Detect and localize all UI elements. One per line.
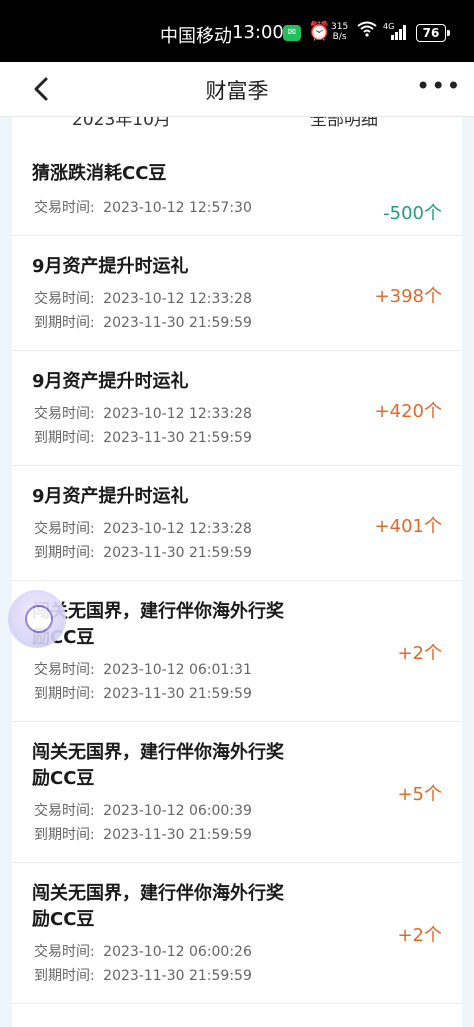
network-speed-value: 315: [331, 22, 349, 32]
amount: +401个: [374, 516, 442, 537]
trade-time-value: 2023-10-12 12:57:30: [103, 200, 252, 216]
expire-time-value: 2023-11-30 21:59:59: [103, 430, 252, 446]
network-speed-unit: B/s: [332, 32, 347, 42]
record-title-line1: 闯关无国界，建行伴你海外行奖: [32, 601, 284, 622]
filter-bar: 2023年10月 全部明细: [12, 117, 462, 130]
record-title: 猜涨跌消耗CC豆: [32, 163, 167, 184]
trade-time-value: 2023-10-12 06:00:39: [103, 803, 252, 819]
wifi-icon: [357, 21, 377, 41]
list-item: 9月资产提升时运礼 交易时间: 2023-10-12 12:33:28 到期时间…: [12, 236, 462, 351]
trade-time-label: 交易时间:: [34, 291, 95, 307]
amount: -500个: [383, 203, 442, 224]
record-title: 9月资产提升时运礼: [32, 256, 189, 277]
trade-time-row: 交易时间: 2023-10-12 06:01:31: [34, 659, 252, 679]
expire-time-row: 到期时间: 2023-11-30 21:59:59: [34, 683, 252, 703]
list-item: 猜涨跌消耗CC豆 交易时间: 2023-10-12 12:57:30 -500个: [12, 139, 462, 236]
amount: +5个: [397, 784, 442, 805]
wechat-notification-icon: ✉: [283, 25, 301, 41]
list-item: 9月资产提升时运礼 交易时间: 2023-10-12 12:33:28 到期时间…: [12, 351, 462, 466]
carrier-label: 中国移动: [160, 26, 232, 47]
cell-signal-icon: 4G: [383, 22, 409, 40]
list-item: 9月资产提升时运礼 交易时间: 2023-10-12 12:33:28 到期时间…: [12, 466, 462, 581]
trade-time-value: 2023-10-12 12:33:28: [103, 521, 252, 537]
record-title-line1: 闯关无国界，建行伴你海外行奖: [32, 742, 284, 763]
amount: +2个: [397, 643, 442, 664]
amount: +420个: [374, 401, 442, 422]
transaction-list: 2023年10月 全部明细 猜涨跌消耗CC豆 交易时间: 2023-10-12 …: [12, 117, 462, 1027]
expire-time-label: 到期时间:: [34, 315, 95, 331]
trade-time-label: 交易时间:: [34, 406, 95, 422]
record-title-line2: 励CC豆: [32, 768, 95, 789]
record-title: 闯关无国界，建行伴你海外行奖 励CC豆: [32, 599, 322, 651]
expire-time-value: 2023-11-30 21:59:59: [103, 686, 252, 702]
trade-time-label: 交易时间:: [34, 200, 95, 216]
nav-bar: 财富季 •••: [0, 62, 474, 117]
floating-assistant-avatar[interactable]: [8, 590, 66, 648]
alarm-icon: ⏰: [308, 21, 331, 42]
expire-time-value: 2023-11-30 21:59:59: [103, 545, 252, 561]
expire-time-value: 2023-11-30 21:59:59: [103, 827, 252, 843]
expire-time-label: 到期时间:: [34, 545, 95, 561]
trade-time-row: 交易时间: 2023-10-12 06:00:26: [34, 941, 252, 961]
trade-time-row: 交易时间: 2023-10-12 12:33:28: [34, 518, 252, 538]
month-filter[interactable]: 2023年10月: [72, 117, 171, 130]
expire-time-label: 到期时间:: [34, 827, 95, 843]
expire-time-label: 到期时间:: [34, 430, 95, 446]
amount: +398个: [374, 286, 442, 307]
trade-time-row: 交易时间: 2023-10-12 12:33:28: [34, 288, 252, 308]
record-title: 9月资产提升时运礼: [32, 371, 189, 392]
page-title: 财富季: [205, 79, 269, 103]
trade-time-row: 交易时间: 2023-10-12 12:57:30: [34, 197, 252, 217]
assistant-face-icon: [25, 605, 53, 633]
record-title-line1: 闯关无国界，建行伴你海外行奖: [32, 883, 284, 904]
network-speed: 315 B/s: [331, 22, 348, 42]
expire-time-row: 到期时间: 2023-11-30 21:59:59: [34, 965, 252, 985]
record-title: 9月资产提升时运礼: [32, 486, 189, 507]
trade-time-label: 交易时间:: [34, 521, 95, 537]
trade-time-label: 交易时间:: [34, 662, 95, 678]
clock: 13:00: [232, 22, 284, 43]
expire-time-value: 2023-11-30 21:59:59: [103, 968, 252, 984]
trade-time-value: 2023-10-12 06:01:31: [103, 662, 252, 678]
amount: +2个: [397, 925, 442, 946]
trade-time-row: 交易时间: 2023-10-12 12:33:28: [34, 403, 252, 423]
trade-time-row: 交易时间: 2023-10-12 06:00:39: [34, 800, 252, 820]
trade-time-label: 交易时间:: [34, 803, 95, 819]
trade-time-value: 2023-10-12 12:33:28: [103, 291, 252, 307]
list-item: 闯关无国界，建行伴你海外行奖 励CC豆 交易时间: 2023-10-12 06:…: [12, 581, 462, 722]
record-title-line2: 励CC豆: [32, 909, 95, 930]
status-bar: 中国移动 13:00 ✉ ⏰ 315 B/s 4G 76: [0, 0, 474, 62]
network-type: 4G: [383, 22, 395, 31]
more-options-icon[interactable]: •••: [416, 72, 461, 100]
trade-time-value: 2023-10-12 06:00:26: [103, 944, 252, 960]
expire-time-row: 到期时间: 2023-11-30 21:59:59: [34, 824, 252, 844]
expire-time-row: 到期时间: 2023-11-30 21:59:59: [34, 312, 252, 332]
type-filter[interactable]: 全部明细: [310, 117, 378, 130]
expire-time-row: 到期时间: 2023-11-30 21:59:59: [34, 542, 252, 562]
expire-time-label: 到期时间:: [34, 686, 95, 702]
record-title: 闯关无国界，建行伴你海外行奖 励CC豆: [32, 740, 322, 792]
trade-time-label: 交易时间:: [34, 944, 95, 960]
battery-icon: 76: [416, 24, 450, 42]
trade-time-value: 2023-10-12 12:33:28: [103, 406, 252, 422]
expire-time-value: 2023-11-30 21:59:59: [103, 315, 252, 331]
expire-time-row: 到期时间: 2023-11-30 21:59:59: [34, 427, 252, 447]
record-title: 闯关无国界，建行伴你海外行奖 励CC豆: [32, 881, 322, 933]
list-item: 闯关无国界，建行伴你海外行奖 励CC豆 交易时间: 2023-10-12 06:…: [12, 863, 462, 1004]
list-item: 闯关无国界，建行伴你海外行奖 励CC豆 交易时间: 2023-10-12 06:…: [12, 722, 462, 863]
expire-time-label: 到期时间:: [34, 968, 95, 984]
record-title-line2: 励CC豆: [32, 627, 95, 648]
